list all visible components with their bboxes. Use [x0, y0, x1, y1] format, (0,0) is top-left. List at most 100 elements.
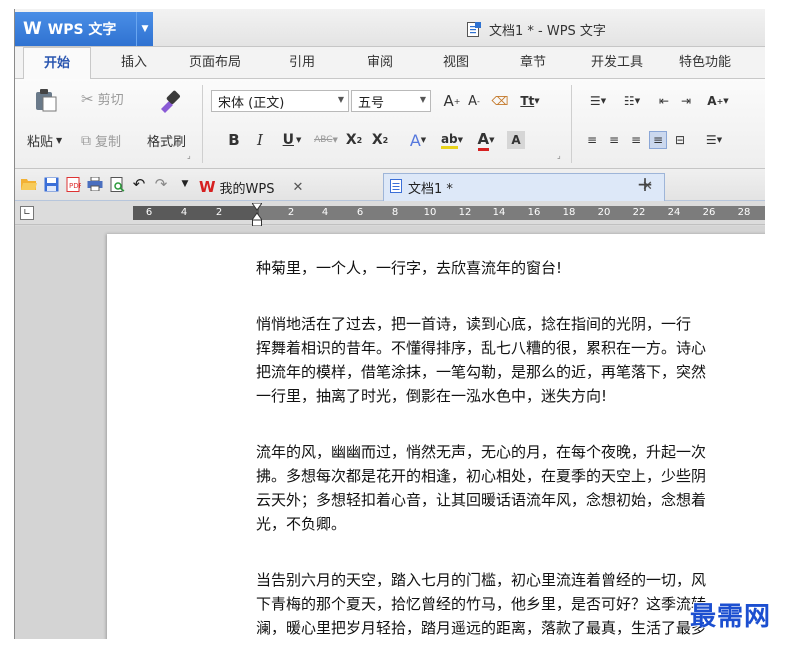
- grow-font-icon[interactable]: A +: [443, 92, 461, 110]
- ruler-tick: 2: [287, 207, 295, 218]
- menu-tab-insert[interactable]: 插入: [121, 47, 147, 79]
- wps-window: W WPS 文字 ▼ 文档1 * - WPS 文字 开始 插入 页面布局 引用 …: [14, 9, 765, 639]
- app-name: WPS 文字: [47, 22, 117, 38]
- paste-button[interactable]: 粘贴 ▼: [27, 131, 62, 150]
- menu-tab-chapter[interactable]: 章节: [520, 47, 546, 79]
- shrink-font-icon[interactable]: A-: [465, 92, 483, 110]
- italic-icon[interactable]: I: [251, 131, 269, 149]
- copy-icon: ⧉: [81, 132, 91, 149]
- format-painter-icon[interactable]: [155, 87, 183, 115]
- font-size-select[interactable]: 五号 ▼: [351, 90, 431, 112]
- menu-tab-start[interactable]: 开始: [23, 47, 92, 80]
- open-folder-icon[interactable]: [21, 176, 37, 192]
- ribbon-separator: [571, 85, 572, 163]
- menu-tab-page-layout[interactable]: 页面布局: [189, 47, 241, 79]
- subscript-icon[interactable]: X2: [371, 131, 389, 149]
- export-pdf-icon[interactable]: PDF: [65, 176, 81, 192]
- quick-access-dropdown-icon[interactable]: ▼: [177, 176, 193, 192]
- paragraph-1: 种菊里，一个人，一行字，去欣喜流年的窗台!: [256, 256, 765, 280]
- font-name-select[interactable]: 宋体 (正文) ▼: [211, 90, 349, 112]
- char-shading-icon[interactable]: A: [507, 131, 525, 149]
- print-preview-icon[interactable]: [109, 176, 125, 192]
- cut-button[interactable]: ✂ 剪切: [81, 89, 124, 109]
- document-icon: [390, 178, 403, 197]
- document-canvas: 种菊里，一个人，一行字，去欣喜流年的窗台! 悄悄地活在了过去，把一首诗，读到心底…: [15, 226, 765, 639]
- ruler-tick: 22: [632, 207, 646, 218]
- close-icon[interactable]: ✕: [293, 180, 304, 195]
- document-page[interactable]: 种菊里，一个人，一行字，去欣喜流年的窗台! 悄悄地活在了过去，把一首诗，读到心底…: [107, 234, 765, 639]
- paste-icon[interactable]: [33, 87, 59, 113]
- align-right-icon[interactable]: ≡: [627, 131, 645, 149]
- chevron-down-icon: ▼: [419, 95, 426, 104]
- cut-label: 剪切: [97, 93, 124, 108]
- menu-bar: 开始 插入 页面布局 引用 审阅 视图 章节 开发工具 特色功能: [15, 47, 765, 80]
- print-icon[interactable]: [87, 176, 103, 192]
- new-tab-plus-icon[interactable]: +: [637, 172, 654, 196]
- font-color-icon[interactable]: A ▼: [471, 130, 501, 151]
- text-line: 当告别六月的天空，踏入七月的门槛，初心里流连着曾经的一切，风: [256, 571, 707, 589]
- pinyin-guide-icon[interactable]: Tt ▼: [515, 92, 545, 110]
- text-line: 下青梅的那个夏天，拾忆曾经的竹马，他乡里，是否可好？这季流转: [256, 595, 707, 613]
- bold-icon[interactable]: B: [225, 131, 243, 149]
- font-launcher-icon[interactable]: ⌟: [557, 151, 561, 160]
- menu-tab-features[interactable]: 特色功能: [679, 47, 731, 79]
- ruler-track[interactable]: 6 4 2 2 4 6 8 10 12 14 16 18 20 22 24 26…: [133, 206, 765, 220]
- ruler-tick: 6: [145, 207, 153, 218]
- chevron-down-icon[interactable]: ▼: [136, 12, 153, 46]
- clipboard-launcher-icon[interactable]: ⌟: [187, 151, 191, 160]
- underline-icon[interactable]: U ▼: [277, 131, 307, 149]
- text-line: 挥舞着相识的昔年。不懂得排序，乱七八糟的很，累积在一方。诗心: [256, 339, 707, 357]
- numbered-list-icon[interactable]: ☷ ▼: [617, 92, 647, 110]
- ruler-tick: 28: [737, 207, 751, 218]
- scissors-icon: ✂: [81, 89, 94, 108]
- ruler-tick: 8: [391, 207, 399, 218]
- align-left-icon[interactable]: ≡: [583, 131, 601, 149]
- undo-icon[interactable]: ↶: [131, 175, 147, 193]
- ribbon-toolbar: 粘贴 ▼ ✂ 剪切 ⧉ 复制 格式刷 ⌟ 宋体 (正文) ▼ 五号 ▼ A + A- ⌫…: [15, 79, 765, 169]
- svg-text:PDF: PDF: [69, 182, 81, 190]
- title-bar: W WPS 文字 ▼ 文档1 * - WPS 文字: [15, 9, 765, 47]
- paragraph-2: 悄悄地活在了过去，把一首诗，读到心底，捻在指间的光阴，一行 挥舞着相识的昔年。不…: [256, 312, 765, 408]
- font-name-value: 宋体 (正文): [218, 95, 285, 111]
- decrease-indent-icon[interactable]: ⇤: [655, 92, 673, 110]
- text-effect-icon[interactable]: A ▼: [403, 131, 433, 150]
- menu-tab-developer[interactable]: 开发工具: [591, 47, 643, 79]
- ruler-tick: 26: [702, 207, 716, 218]
- ruler-tick: 10: [423, 207, 437, 218]
- superscript-icon[interactable]: X2: [345, 131, 363, 149]
- increase-indent-icon[interactable]: ⇥: [677, 92, 695, 110]
- indent-marker-icon[interactable]: [251, 202, 263, 227]
- tab-stop-selector[interactable]: ∟: [20, 206, 34, 220]
- line-spacing-icon[interactable]: ☰ ▼: [699, 131, 729, 149]
- menu-tab-view[interactable]: 视图: [443, 47, 469, 79]
- text-line: 拂。多想每次都是花开的相逢，初心相处，在夏季的天空上，少些阴: [256, 467, 707, 485]
- wps-logo-icon: W: [23, 19, 42, 39]
- text-line: 澜，暖心里把岁月轻拾，踏月遥远的距离，落款了最真，生活了最多: [256, 619, 707, 637]
- format-painter-button[interactable]: 格式刷: [147, 131, 186, 150]
- clear-format-icon[interactable]: ⌫: [491, 92, 509, 110]
- paragraph-4: 当告别六月的天空，踏入七月的门槛，初心里流连着曾经的一切，风 下青梅的那个夏天，…: [256, 568, 765, 639]
- ruler-tick: 4: [180, 207, 188, 218]
- copy-button[interactable]: ⧉ 复制: [81, 131, 121, 151]
- text-line: 种菊里，一个人，一行字，去欣喜流年的窗台!: [256, 259, 563, 277]
- tab-my-wps[interactable]: W 我的WPS ✕: [199, 173, 303, 201]
- justify-icon[interactable]: ≡: [649, 131, 667, 149]
- tab-document1[interactable]: 文档1 * ✕: [383, 173, 665, 201]
- save-icon[interactable]: [43, 176, 59, 192]
- highlight-icon[interactable]: ab ▼: [437, 131, 467, 149]
- text-line: 云天外；多想轻扣着心音，让其回暖话语流年风，念想初始，念想着: [256, 491, 707, 509]
- redo-icon[interactable]: ↷: [153, 175, 169, 193]
- ruler-tick: 14: [492, 207, 506, 218]
- menu-tab-review[interactable]: 审阅: [367, 47, 393, 79]
- wps-menu-button[interactable]: W WPS 文字 ▼: [15, 12, 153, 46]
- strikethrough-icon[interactable]: ABC ▼: [311, 131, 341, 149]
- distributed-icon[interactable]: ⊟: [671, 131, 689, 149]
- change-case-icon[interactable]: A + ▼: [703, 92, 733, 110]
- chevron-down-icon: ▼: [337, 95, 344, 104]
- menu-tab-reference[interactable]: 引用: [289, 47, 315, 79]
- align-center-icon[interactable]: ≡: [605, 131, 623, 149]
- text-line: 悄悄地活在了过去，把一首诗，读到心底，捻在指间的光阴，一行: [256, 315, 692, 333]
- ruler-tick: 2: [215, 207, 223, 218]
- bullet-list-icon[interactable]: ☰ ▼: [583, 92, 613, 110]
- ruler-tick: 12: [458, 207, 472, 218]
